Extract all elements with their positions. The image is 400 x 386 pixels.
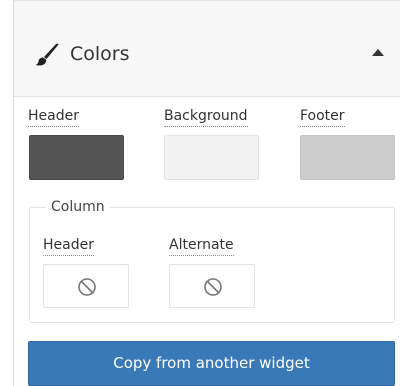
column-header-color-label: Header: [43, 236, 94, 256]
column-alternate-color-swatch[interactable]: [169, 264, 255, 308]
column-header-color-swatch[interactable]: [43, 264, 129, 308]
no-color-icon: [204, 278, 222, 296]
panel-title: Colors: [70, 43, 130, 65]
column-legend: Column: [46, 198, 110, 216]
paint-brush-icon: [35, 43, 59, 66]
background-color-label: Background: [164, 107, 248, 127]
caret-up-icon[interactable]: [371, 47, 385, 57]
colors-panel-header[interactable]: Colors: [14, 0, 400, 97]
footer-color-label: Footer: [300, 107, 345, 127]
no-color-icon: [78, 278, 96, 296]
column-alternate-color-label: Alternate: [169, 236, 234, 256]
copy-from-widget-button[interactable]: Copy from another widget: [28, 341, 395, 386]
footer-color-swatch[interactable]: [300, 135, 395, 180]
header-color-label: Header: [28, 107, 79, 127]
header-color-swatch[interactable]: [29, 135, 124, 180]
background-color-swatch[interactable]: [164, 135, 259, 180]
colors-panel: Colors Header Background Footer Column H…: [13, 0, 400, 386]
